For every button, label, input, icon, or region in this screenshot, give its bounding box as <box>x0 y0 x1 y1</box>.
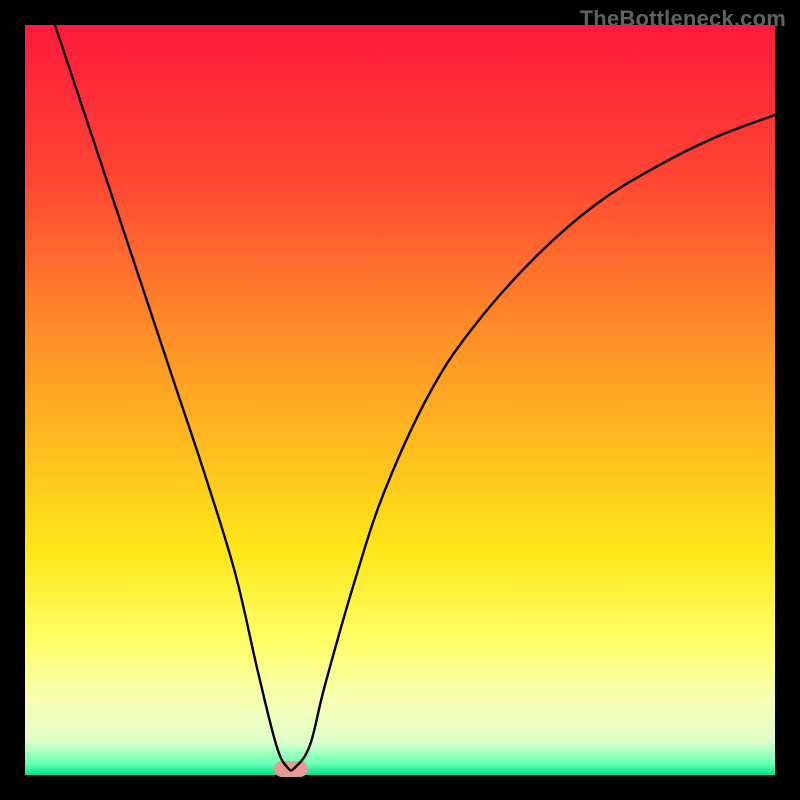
bottleneck-curve <box>25 25 775 775</box>
chart-frame <box>25 25 775 775</box>
watermark-text: TheBottleneck.com <box>580 6 786 32</box>
curve-path <box>55 25 775 771</box>
